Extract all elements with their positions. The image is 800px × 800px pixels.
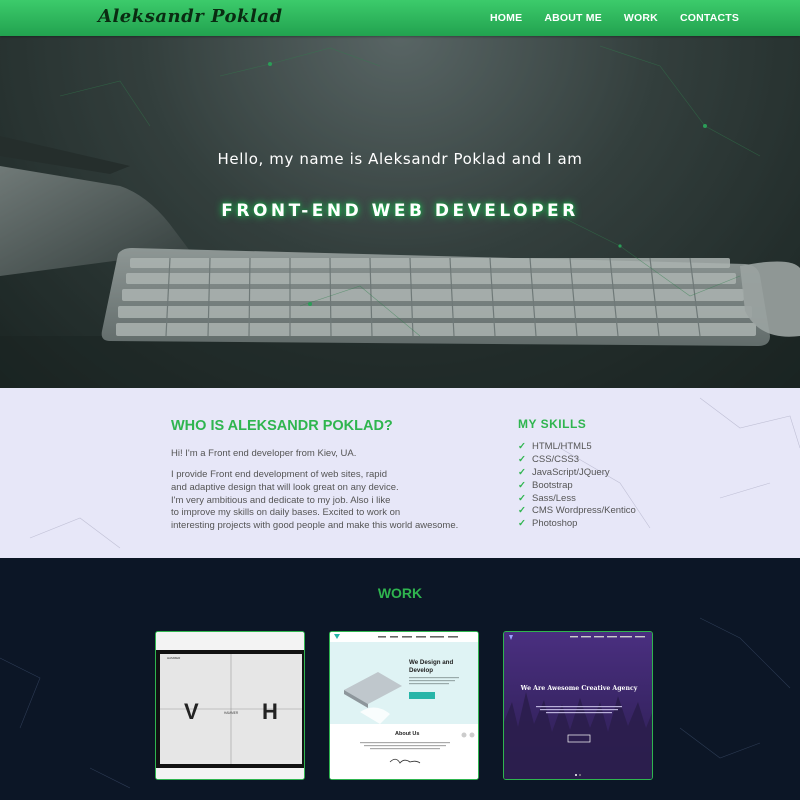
svg-text:Develop: Develop [409,667,433,674]
svg-text:We Design and: We Design and [409,659,453,666]
check-icon: ✓ [518,518,526,530]
work-card-hammer[interactable]: HAMMER V H HAMMER [155,631,305,780]
nav-home[interactable]: HOME [490,12,522,24]
skill-item: ✓ CSS/CSS3 [518,454,636,467]
about-line: I provide Front end development of web s… [171,469,387,480]
skill-item: ✓ JavaScript/JQuery [518,467,636,480]
skill-label: Bootstrap [532,479,573,491]
about-line: interesting projects with good people an… [171,520,459,532]
skill-item: ✓ CMS Wordpress/Kentico [518,505,636,518]
skill-item: ✓ Photoshop [518,518,636,531]
skills-heading: MY SKILLS [518,417,587,431]
skills-list: ✓ HTML/HTML5 ✓ CSS/CSS3 ✓ JavaScript/JQuery… [518,441,636,531]
skill-label: CMS Wordpress/Kentico [532,505,636,517]
about-line: and adaptive design that will look great… [171,481,399,493]
work-card-design[interactable]: We Design and Develop About Us [329,631,479,780]
hero-subtitle: Hello, my name is Aleksandr Poklad and I… [217,150,583,168]
hero-section: Hello, my name is Aleksandr Poklad and I… [0,36,800,388]
skill-label: JavaScript/JQuery [532,466,610,478]
about-description: I provide Front end development of web s… [171,469,481,533]
check-icon: ✓ [518,441,526,452]
agency-preview-image: We Are Awesome Creative Agency [504,632,652,779]
design-preview-image: We Design and Develop About Us [330,632,478,779]
skill-label: CSS/CSS3 [532,453,579,465]
nav-menu: HOME ABOUT ME WORK CONTACTS [490,0,761,36]
about-line: I'm very ambitious and dedicate to my jo… [171,494,391,506]
work-card-creative-agency[interactable]: We Are Awesome Creative Agency [503,631,653,780]
skill-item: ✓ HTML/HTML5 [518,441,636,454]
svg-text:HAMMER: HAMMER [167,656,181,660]
card-hero-text: We Are Awesome Creative Agency [520,685,638,692]
check-icon: ✓ [518,466,526,478]
navbar: Aleksandr Poklad HOME ABOUT ME WORK CONT… [0,0,800,36]
skill-item: ✓ Bootstrap [518,480,636,493]
about-intro: Hi! I'm a Front end developer from Kiev,… [171,448,357,459]
check-icon: ✓ [518,453,526,465]
about-section: WHO IS ALEKSANDR POKLAD? Hi! I'm a Front… [0,388,800,558]
site-logo[interactable]: Aleksandr Poklad [98,6,283,27]
card-section-title: About Us [395,731,419,737]
nav-about-me[interactable]: ABOUT ME [544,12,602,24]
hammer-preview-image: HAMMER V H HAMMER [156,632,304,779]
card-tagline: HAMMER [224,711,239,715]
nav-contacts[interactable]: CONTACTS [680,12,739,24]
check-icon: ✓ [518,479,526,491]
card-logo-letter: H [262,699,278,724]
work-section: WORK HAMMER V H HAMMER We Design and Dev… [0,558,800,800]
hero-title: FRONT-END WEB DEVELOPER [221,201,579,221]
work-heading: WORK [377,585,423,601]
skill-item: ✓ Sass/Less [518,493,636,506]
about-line: to improve my skills on daily bases. Exc… [171,507,401,519]
check-icon: ✓ [518,505,526,517]
skill-label: Photoshop [532,518,578,530]
skill-label: Sass/Less [532,492,576,504]
card-logo-letter: V [184,699,199,724]
skill-label: HTML/HTML5 [532,441,592,452]
nav-work[interactable]: WORK [624,12,658,24]
about-heading: WHO IS ALEKSANDR POKLAD? [171,418,393,434]
check-icon: ✓ [518,492,526,504]
